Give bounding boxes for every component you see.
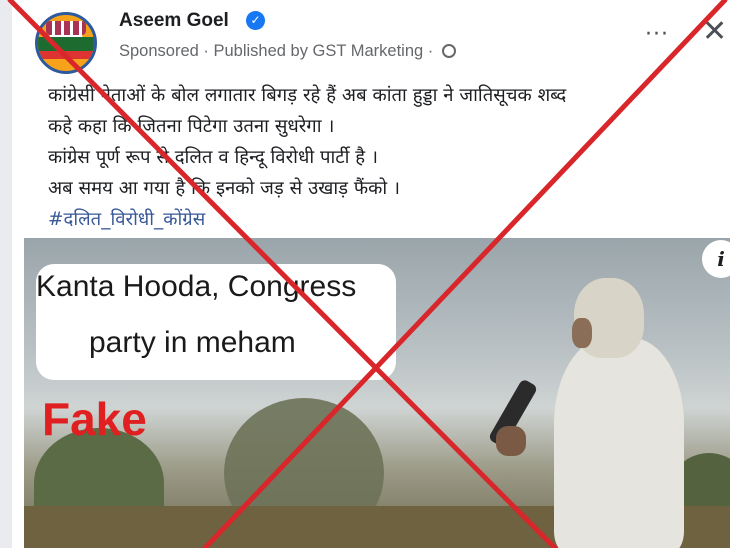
post-meta: Sponsored · Published by GST Marketing ·	[119, 42, 456, 61]
sponsored-label[interactable]: Sponsored	[119, 42, 199, 60]
speaker-figure	[487, 278, 694, 548]
hashtag-link[interactable]: #दलित_विरोधी_कोंग्रेस	[48, 204, 728, 235]
post-line-2: कहे कहा कि जितना पिटेगा उतना सुधरेगा ।	[48, 116, 335, 137]
verified-badge-icon: ✓	[246, 11, 265, 30]
author-name[interactable]: Aseem Goel	[119, 10, 229, 32]
facebook-post-card: Aseem Goel ✓ Sponsored · Published by GS…	[0, 0, 730, 548]
post-line-1: कांग्रेसी नेताओं के बोल लगातार बिगड़ रहे…	[48, 85, 567, 106]
caption-line-2: party in meham	[89, 326, 296, 359]
globe-icon	[441, 44, 456, 58]
post-line-3: कांग्रेस पूर्ण रूप से दलित व हिन्दू विरो…	[48, 147, 379, 168]
page-avatar[interactable]	[35, 12, 97, 74]
close-icon[interactable]: ✕	[702, 14, 727, 49]
published-by-label: · Published by GST Marketing ·	[198, 42, 438, 60]
fake-stamp: Fake	[42, 393, 147, 445]
post-line-4: अब समय आ गया है कि इनको जड़ से उखाड़ फैं…	[48, 178, 401, 199]
caption-line-1: Kanta Hooda, Congress	[36, 270, 357, 303]
more-options-icon[interactable]: ···	[645, 22, 669, 47]
post-text: कांग्रेसी नेताओं के बोल लगातार बिगड़ रहे…	[48, 80, 728, 235]
